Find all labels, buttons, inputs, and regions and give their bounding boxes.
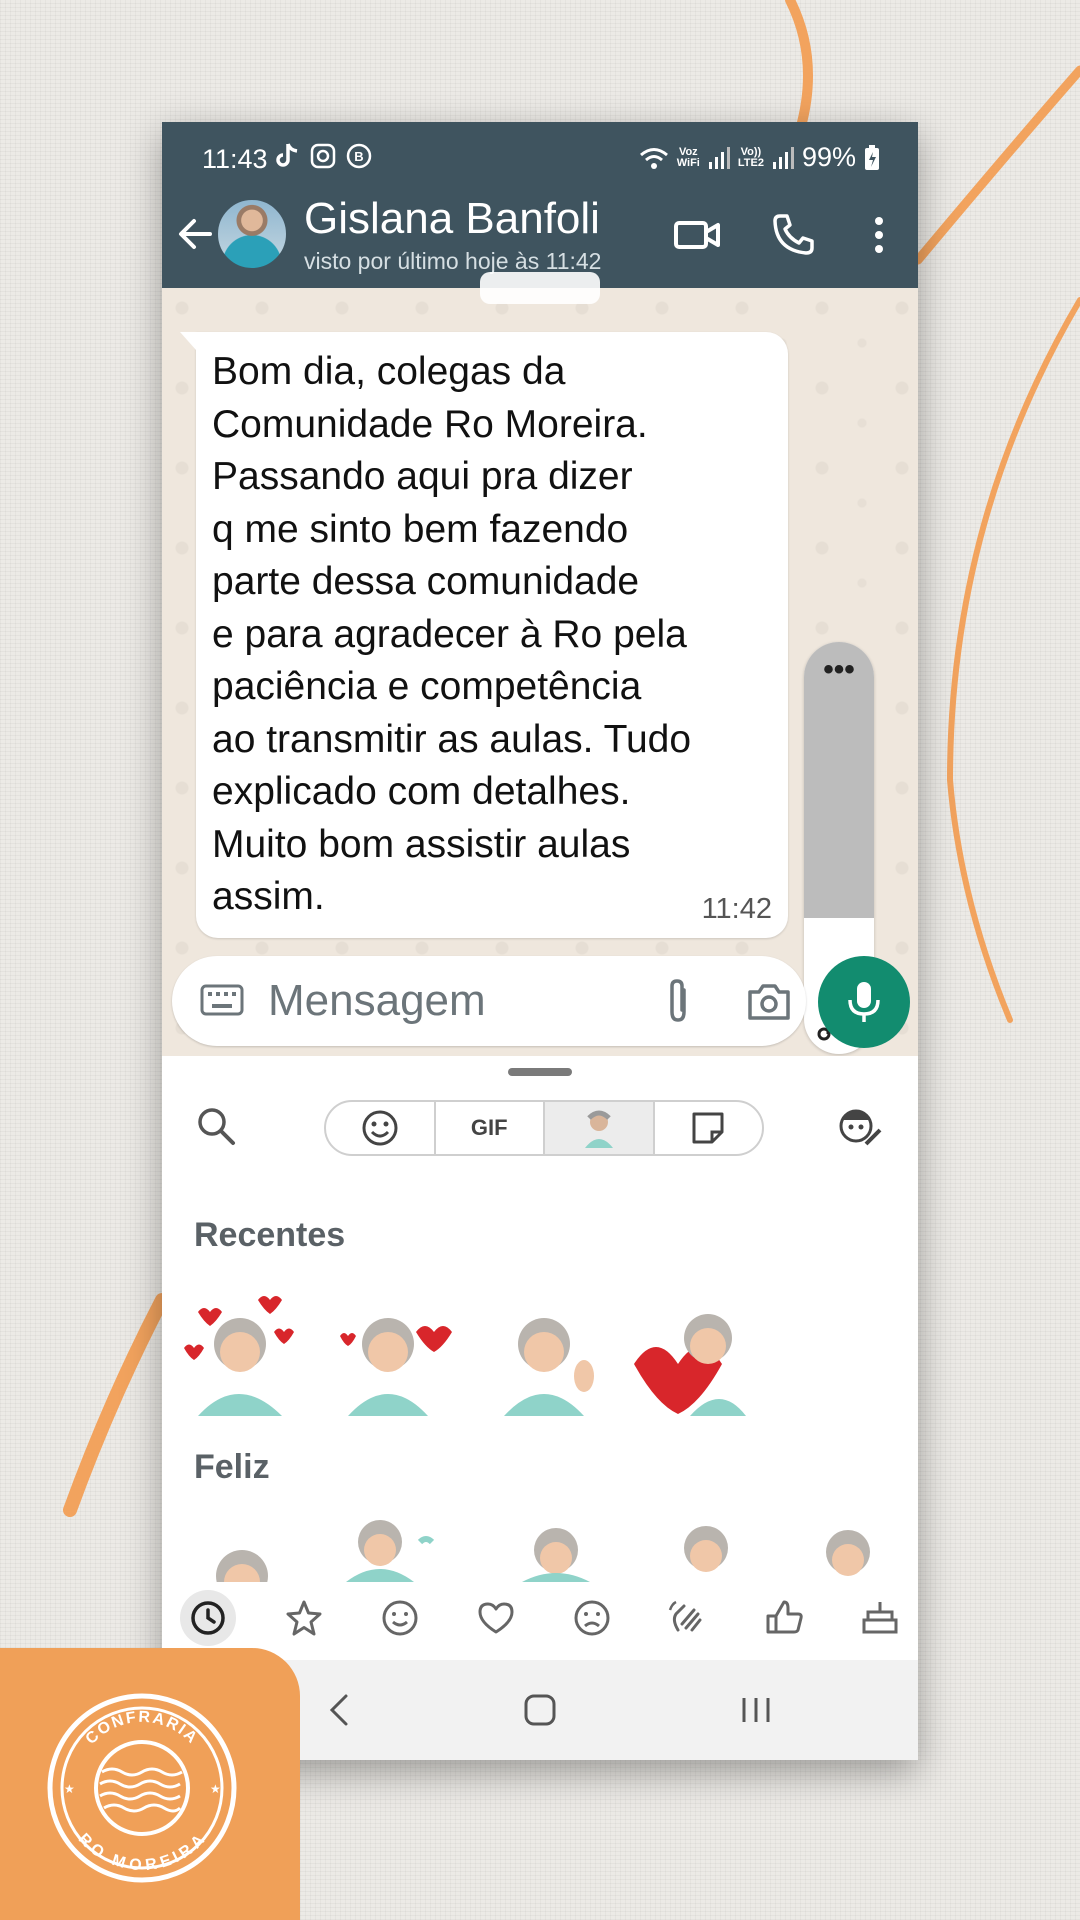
signal-icon	[708, 146, 730, 169]
tab-emoji[interactable]	[326, 1102, 436, 1154]
avatar-icon	[584, 1110, 613, 1148]
category-approval[interactable]	[756, 1590, 812, 1646]
wave-icon	[668, 1600, 702, 1632]
camera-icon[interactable]	[746, 978, 792, 1024]
category-favorites[interactable]	[276, 1590, 332, 1646]
sticker-clapping[interactable]	[492, 1292, 612, 1416]
volte-label: Vo)) LTE2	[737, 145, 764, 169]
contact-bar: Gislana Banfoli visto por último hoje às…	[162, 192, 918, 282]
notification-icons: B	[274, 142, 372, 170]
svg-text:B: B	[354, 149, 363, 164]
create-avatar-icon[interactable]	[834, 1102, 884, 1152]
status-bar: 11:43 B Voz WiFi Vo)) LTE2 99%	[162, 140, 918, 180]
sad-icon	[574, 1600, 610, 1636]
smile-icon	[382, 1600, 418, 1636]
message-composer[interactable]: Mensagem	[172, 956, 806, 1046]
keyboard-icon[interactable]	[200, 982, 244, 1018]
incoming-message-bubble[interactable]: Bom dia, colegas da Comunidade Ro Moreir…	[180, 332, 788, 938]
clock-icon	[191, 1601, 225, 1635]
more-options-icon[interactable]	[854, 210, 904, 260]
scroll-dots[interactable]: •••	[804, 655, 874, 685]
attach-icon[interactable]	[658, 976, 698, 1026]
sticker-hugging-heart[interactable]	[630, 1292, 750, 1416]
voz-wifi-label: Voz WiFi	[676, 145, 700, 169]
battery-charging-icon	[865, 144, 879, 170]
heart-icon	[478, 1602, 514, 1634]
business-icon: B	[346, 143, 372, 169]
cake-icon	[862, 1602, 898, 1634]
sticker-hearts-around[interactable]	[178, 1292, 298, 1416]
wifi-icon	[639, 147, 668, 169]
back-arrow-icon[interactable]	[174, 212, 218, 256]
tab-avatar[interactable]	[545, 1102, 655, 1154]
chat-header: 11:43 B Voz WiFi Vo)) LTE2 99% Gislana B…	[162, 122, 918, 288]
sticker-happy-2[interactable]	[340, 1512, 460, 1582]
category-recent[interactable]	[180, 1590, 236, 1646]
date-chip	[480, 272, 600, 304]
sticker-happy-4[interactable]	[656, 1512, 776, 1582]
message-time: 11:42	[701, 893, 772, 925]
panel-tab-switcher: GIF	[324, 1100, 764, 1156]
instagram-icon	[310, 143, 336, 169]
contact-name[interactable]: Gislana Banfoli	[304, 194, 600, 244]
microphone-icon	[848, 982, 880, 1022]
tab-gif[interactable]: GIF	[436, 1102, 545, 1154]
panel-drag-handle[interactable]	[508, 1068, 572, 1076]
message-text: Bom dia, colegas da Comunidade Ro Moreir…	[212, 350, 692, 918]
message-input[interactable]: Mensagem	[268, 976, 486, 1026]
gif-label: GIF	[470, 1115, 508, 1140]
category-greetings[interactable]	[660, 1590, 716, 1646]
tab-stickers[interactable]	[655, 1102, 763, 1154]
sticker-happy-3[interactable]	[502, 1512, 622, 1582]
search-icon[interactable]	[194, 1104, 238, 1148]
category-celebration[interactable]	[852, 1590, 908, 1646]
sticker-category-bar	[162, 1584, 918, 1652]
phone-call-icon[interactable]	[768, 210, 818, 260]
category-love[interactable]	[468, 1590, 524, 1646]
nav-back-icon[interactable]	[320, 1690, 360, 1730]
status-time: 11:43	[202, 144, 268, 174]
status-right: Voz WiFi Vo)) LTE2 99%	[639, 142, 880, 173]
confraria-ro-moreira-logo: CONFRARIA RO MOREIRA ★ ★	[47, 1693, 237, 1883]
sticker-happy-5[interactable]	[798, 1512, 918, 1582]
category-sad[interactable]	[564, 1590, 620, 1646]
phone-screenshot: 11:43 B Voz WiFi Vo)) LTE2 99% Gislana B…	[162, 122, 918, 1760]
emoji-icon	[362, 1110, 398, 1146]
section-recent: Recentes	[194, 1216, 346, 1254]
sticker-happy-1[interactable]	[202, 1512, 322, 1582]
sticker-icon	[692, 1112, 724, 1144]
nav-recents-icon[interactable]	[736, 1690, 776, 1730]
star-icon	[286, 1600, 322, 1636]
thumbs-up-icon	[766, 1600, 803, 1634]
last-seen-status: visto por último hoje às 11:42	[304, 248, 602, 274]
signal-icon-2	[772, 146, 794, 169]
battery-percent: 99%	[801, 142, 856, 172]
microphone-button[interactable]	[818, 956, 910, 1048]
section-happy: Feliz	[194, 1448, 270, 1486]
video-call-icon[interactable]	[672, 210, 722, 260]
svg-text:★: ★	[64, 1782, 75, 1796]
svg-text:★: ★	[210, 1782, 221, 1796]
category-smileys[interactable]	[372, 1590, 428, 1646]
sticker-panel: GIF Recentes Feliz	[162, 1056, 918, 1660]
tiktok-icon	[276, 143, 298, 167]
sticker-heart-side[interactable]	[332, 1292, 452, 1416]
nav-home-icon[interactable]	[520, 1690, 560, 1730]
contact-avatar[interactable]	[216, 198, 288, 270]
